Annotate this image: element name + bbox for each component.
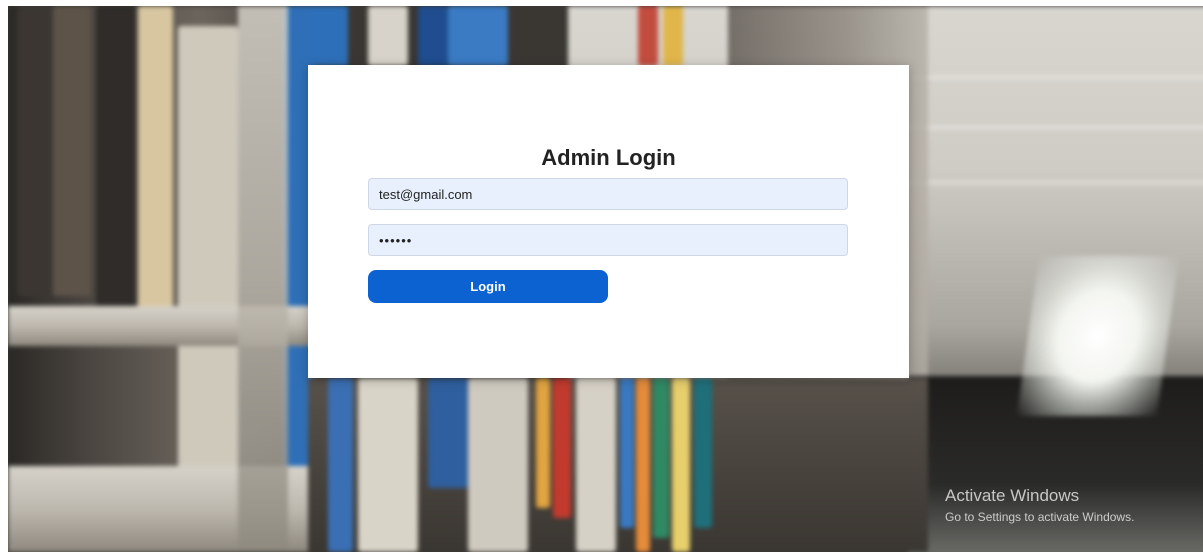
password-field[interactable] [368, 224, 848, 256]
book-spine [448, 6, 508, 66]
page-viewport: Admin Login Login Activate Windows Go to… [8, 6, 1203, 552]
book-spine [536, 378, 550, 508]
ceiling-light [1016, 256, 1180, 416]
login-button[interactable]: Login [368, 270, 608, 303]
book-spine [308, 6, 348, 66]
email-field[interactable] [368, 178, 848, 210]
book-spine [576, 378, 616, 552]
watermark-title: Activate Windows [945, 486, 1080, 505]
book-spine [694, 378, 712, 528]
book-spine [138, 6, 173, 346]
book-spine [96, 6, 136, 306]
book-spine [468, 378, 528, 552]
ceiling-line [888, 126, 1203, 129]
book-spine [358, 378, 418, 552]
book-spine [178, 26, 238, 486]
book-spine [653, 378, 669, 538]
book-spine [663, 6, 683, 66]
login-title: Admin Login [541, 145, 676, 170]
book-spine [18, 6, 48, 296]
book-spine [53, 6, 91, 296]
activate-windows-watermark: Activate Windows Go to Settings to activ… [945, 486, 1134, 526]
watermark-subtitle: Go to Settings to activate Windows. [945, 510, 1135, 524]
book-spine [638, 6, 658, 66]
book-spine [428, 378, 468, 488]
book-spine [620, 378, 634, 528]
book-spine [418, 6, 448, 66]
ceiling-line [908, 181, 1203, 184]
book-spine [636, 378, 650, 552]
book-spine [672, 378, 690, 552]
login-card: Admin Login Login [308, 65, 909, 378]
book-spine [368, 6, 408, 66]
book-spine [553, 378, 571, 518]
shelf-side [238, 6, 288, 552]
book-spine [328, 378, 353, 552]
